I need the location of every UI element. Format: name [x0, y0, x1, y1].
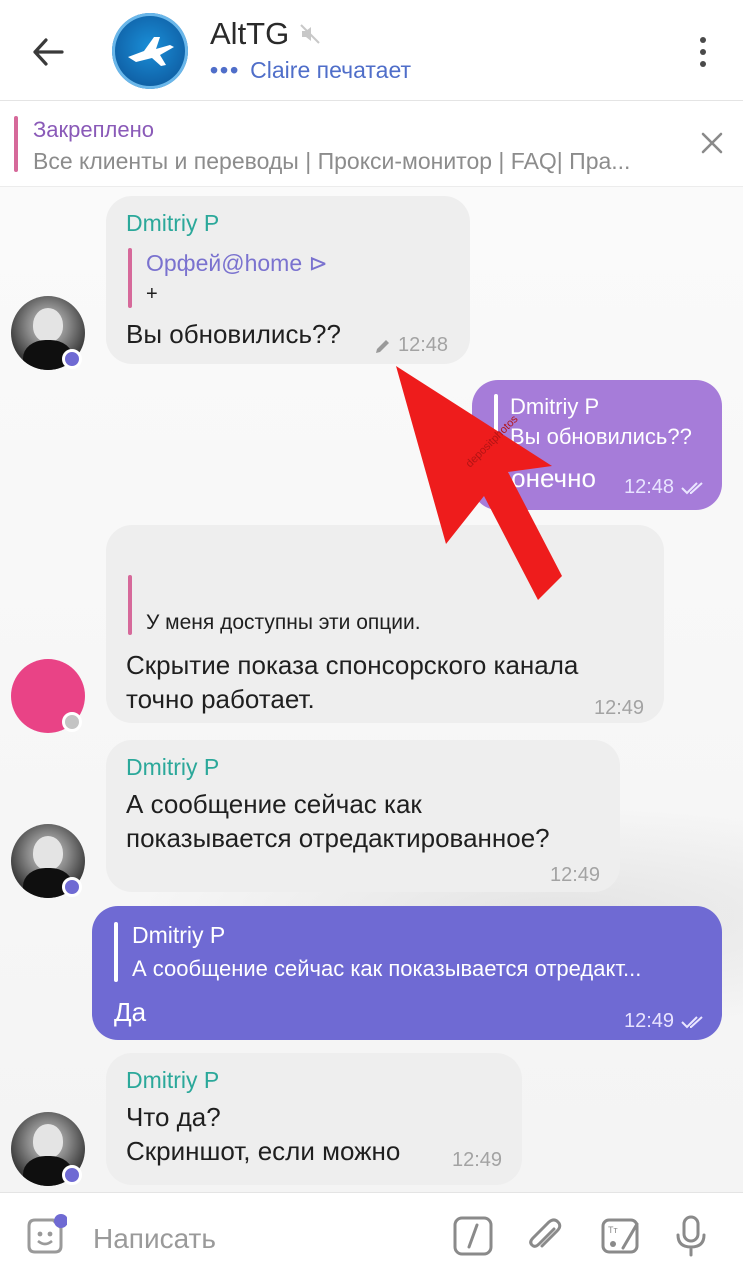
message-input[interactable]: Написать: [93, 1223, 216, 1255]
message-text-line: показывается отредактированное?: [126, 823, 550, 853]
message-bubble[interactable]: Dmitriy P Орфей@home ⊳ + Вы обновились??…: [106, 196, 470, 364]
double-check-icon: [681, 481, 703, 494]
message-time: 12:48: [398, 334, 449, 356]
pinned-message-bar[interactable]: Закреплено Все клиенты и переводы | Прок…: [0, 102, 743, 187]
message-text: Да: [114, 997, 147, 1027]
message-meta: 12:48: [624, 476, 708, 499]
message-sender: Dmitriy P: [126, 1067, 220, 1093]
microphone-icon[interactable]: [668, 1213, 714, 1259]
message-list[interactable]: Dmitriy P Орфей@home ⊳ + Вы обновились??…: [0, 186, 743, 1192]
pinned-title: Закреплено: [33, 117, 154, 142]
online-indicator: [62, 877, 82, 897]
message-bubble[interactable]: Dmitriy P Что да? Скриншот, если можно 1…: [106, 1053, 522, 1185]
bot-command-icon[interactable]: [450, 1213, 496, 1259]
reply-accent-bar: [114, 922, 118, 982]
message-time: 12:49: [594, 697, 645, 719]
message-sender: Dmitriy P: [126, 754, 220, 780]
message-meta: 12:49: [452, 1149, 502, 1172]
red-arrow-annotation: depositphotos: [396, 366, 562, 600]
message-meta: 12:48: [374, 334, 448, 357]
message-text-line: Что да?: [126, 1102, 221, 1132]
reply-text: У меня доступны эти опции.: [146, 611, 421, 634]
message-time: 12:48: [624, 476, 675, 498]
message-text-line: точно работает.: [126, 684, 315, 714]
message-input-bar: Написать Tт: [0, 1192, 743, 1281]
message-meta: 12:49: [624, 1010, 708, 1033]
double-check-icon: [681, 1015, 703, 1028]
message-text-line: А сообщение сейчас как: [126, 789, 422, 819]
reply-author: Dmitriy P: [132, 922, 226, 948]
message-bubble[interactable]: Dmitriy P А сообщение сейчас как показыв…: [92, 906, 722, 1040]
message-meta: 12:49: [550, 864, 600, 887]
message-meta: 12:49: [594, 697, 644, 720]
pinned-text: Все клиенты и переводы | Прокси-монитор …: [33, 148, 631, 174]
online-indicator: [62, 712, 82, 732]
reply-text: А сообщение сейчас как показывается отре…: [132, 956, 642, 981]
online-indicator: [62, 349, 82, 369]
chat-title: AltTG: [210, 16, 290, 51]
attach-icon[interactable]: [522, 1213, 568, 1259]
reply-author: Орфей@home ⊳: [146, 250, 328, 276]
online-indicator: [62, 1165, 82, 1185]
typing-dots-icon: •••: [210, 57, 241, 83]
typing-status: ••• Claire печатает: [210, 57, 411, 84]
back-button[interactable]: [24, 28, 72, 76]
chat-avatar[interactable]: [112, 13, 188, 89]
sticker-icon[interactable]: [22, 1213, 68, 1259]
message-text-line: Скриншот, если можно: [126, 1136, 401, 1166]
chat-title-row[interactable]: AltTG: [210, 16, 321, 52]
reply-accent-bar: [128, 575, 132, 635]
pinned-accent-bar: [14, 116, 18, 172]
message-bubble[interactable]: Dmitriy P А сообщение сейчас как показыв…: [106, 740, 620, 892]
chat-header: AltTG ••• Claire печатает: [0, 0, 743, 101]
pencil-icon: [376, 339, 389, 353]
paint-icon[interactable]: Tт: [598, 1213, 644, 1259]
message-time: 12:49: [550, 864, 601, 886]
typing-text: Claire печатает: [250, 57, 412, 83]
more-vertical-icon[interactable]: [683, 30, 723, 74]
reply-accent-bar: [128, 248, 132, 308]
svg-text:Tт: Tт: [608, 1225, 618, 1235]
message-time: 12:49: [452, 1149, 503, 1171]
jet-logo-icon: [128, 37, 174, 66]
message-text: Вы обновились??: [126, 319, 341, 349]
message-sender: Dmitriy P: [126, 210, 220, 236]
reply-text: +: [146, 283, 158, 305]
close-icon[interactable]: [697, 128, 727, 158]
message-text-line: Скрытие показа спонсорского канала: [126, 650, 579, 680]
arrow-left-icon: [33, 38, 64, 66]
message-time: 12:49: [624, 1010, 675, 1032]
muted-icon: [300, 24, 320, 44]
